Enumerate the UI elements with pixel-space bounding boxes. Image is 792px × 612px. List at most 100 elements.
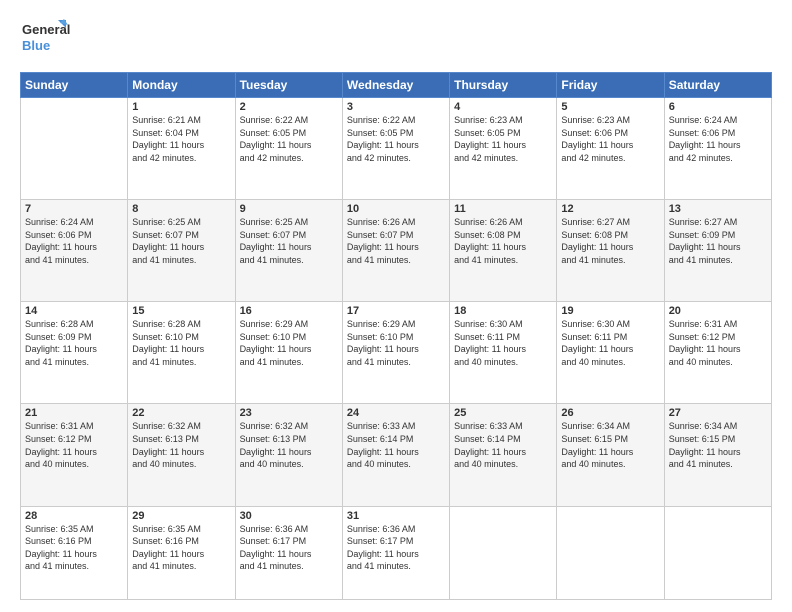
col-wednesday: Wednesday [342,73,449,98]
day-number: 23 [240,407,338,419]
day-info: Sunrise: 6:25 AM Sunset: 6:07 PM Dayligh… [132,216,230,266]
col-thursday: Thursday [450,73,557,98]
day-number: 9 [240,203,338,215]
table-row: 1Sunrise: 6:21 AM Sunset: 6:04 PM Daylig… [128,98,235,200]
day-number: 8 [132,203,230,215]
day-number: 5 [561,101,659,113]
day-number: 24 [347,407,445,419]
page: General Blue Sunday Monday Tuesday Wedne… [0,0,792,612]
day-info: Sunrise: 6:23 AM Sunset: 6:05 PM Dayligh… [454,114,552,164]
table-row: 5Sunrise: 6:23 AM Sunset: 6:06 PM Daylig… [557,98,664,200]
table-row: 3Sunrise: 6:22 AM Sunset: 6:05 PM Daylig… [342,98,449,200]
table-row: 6Sunrise: 6:24 AM Sunset: 6:06 PM Daylig… [664,98,771,200]
table-row: 21Sunrise: 6:31 AM Sunset: 6:12 PM Dayli… [21,404,128,506]
day-number: 30 [240,510,338,522]
table-row: 8Sunrise: 6:25 AM Sunset: 6:07 PM Daylig… [128,200,235,302]
day-info: Sunrise: 6:34 AM Sunset: 6:15 PM Dayligh… [561,420,659,470]
day-number: 22 [132,407,230,419]
day-info: Sunrise: 6:27 AM Sunset: 6:08 PM Dayligh… [561,216,659,266]
day-info: Sunrise: 6:31 AM Sunset: 6:12 PM Dayligh… [669,318,767,368]
table-row: 30Sunrise: 6:36 AM Sunset: 6:17 PM Dayli… [235,506,342,599]
calendar-week-5: 28Sunrise: 6:35 AM Sunset: 6:16 PM Dayli… [21,506,772,599]
day-number: 7 [25,203,123,215]
col-monday: Monday [128,73,235,98]
table-row [450,506,557,599]
col-saturday: Saturday [664,73,771,98]
table-row: 19Sunrise: 6:30 AM Sunset: 6:11 PM Dayli… [557,302,664,404]
day-info: Sunrise: 6:36 AM Sunset: 6:17 PM Dayligh… [347,523,445,573]
day-info: Sunrise: 6:26 AM Sunset: 6:08 PM Dayligh… [454,216,552,266]
day-number: 11 [454,203,552,215]
day-number: 15 [132,305,230,317]
table-row: 31Sunrise: 6:36 AM Sunset: 6:17 PM Dayli… [342,506,449,599]
table-row: 20Sunrise: 6:31 AM Sunset: 6:12 PM Dayli… [664,302,771,404]
day-info: Sunrise: 6:28 AM Sunset: 6:10 PM Dayligh… [132,318,230,368]
day-info: Sunrise: 6:31 AM Sunset: 6:12 PM Dayligh… [25,420,123,470]
table-row: 14Sunrise: 6:28 AM Sunset: 6:09 PM Dayli… [21,302,128,404]
header: General Blue [20,18,772,62]
day-info: Sunrise: 6:23 AM Sunset: 6:06 PM Dayligh… [561,114,659,164]
day-info: Sunrise: 6:35 AM Sunset: 6:16 PM Dayligh… [25,523,123,573]
table-row: 13Sunrise: 6:27 AM Sunset: 6:09 PM Dayli… [664,200,771,302]
day-info: Sunrise: 6:29 AM Sunset: 6:10 PM Dayligh… [240,318,338,368]
day-number: 16 [240,305,338,317]
table-row: 7Sunrise: 6:24 AM Sunset: 6:06 PM Daylig… [21,200,128,302]
day-number: 10 [347,203,445,215]
calendar-week-3: 14Sunrise: 6:28 AM Sunset: 6:09 PM Dayli… [21,302,772,404]
day-info: Sunrise: 6:33 AM Sunset: 6:14 PM Dayligh… [347,420,445,470]
day-number: 19 [561,305,659,317]
day-number: 27 [669,407,767,419]
table-row [557,506,664,599]
day-number: 14 [25,305,123,317]
table-row: 18Sunrise: 6:30 AM Sunset: 6:11 PM Dayli… [450,302,557,404]
day-info: Sunrise: 6:28 AM Sunset: 6:09 PM Dayligh… [25,318,123,368]
day-info: Sunrise: 6:26 AM Sunset: 6:07 PM Dayligh… [347,216,445,266]
table-row: 29Sunrise: 6:35 AM Sunset: 6:16 PM Dayli… [128,506,235,599]
table-row [664,506,771,599]
day-info: Sunrise: 6:24 AM Sunset: 6:06 PM Dayligh… [669,114,767,164]
day-info: Sunrise: 6:34 AM Sunset: 6:15 PM Dayligh… [669,420,767,470]
table-row: 27Sunrise: 6:34 AM Sunset: 6:15 PM Dayli… [664,404,771,506]
day-info: Sunrise: 6:33 AM Sunset: 6:14 PM Dayligh… [454,420,552,470]
day-number: 21 [25,407,123,419]
day-info: Sunrise: 6:22 AM Sunset: 6:05 PM Dayligh… [347,114,445,164]
table-row: 26Sunrise: 6:34 AM Sunset: 6:15 PM Dayli… [557,404,664,506]
calendar-week-2: 7Sunrise: 6:24 AM Sunset: 6:06 PM Daylig… [21,200,772,302]
day-number: 13 [669,203,767,215]
table-row: 11Sunrise: 6:26 AM Sunset: 6:08 PM Dayli… [450,200,557,302]
day-number: 28 [25,510,123,522]
table-row: 22Sunrise: 6:32 AM Sunset: 6:13 PM Dayli… [128,404,235,506]
day-info: Sunrise: 6:30 AM Sunset: 6:11 PM Dayligh… [561,318,659,368]
table-row: 15Sunrise: 6:28 AM Sunset: 6:10 PM Dayli… [128,302,235,404]
calendar-week-1: 1Sunrise: 6:21 AM Sunset: 6:04 PM Daylig… [21,98,772,200]
logo-svg: General Blue [20,18,70,62]
day-info: Sunrise: 6:32 AM Sunset: 6:13 PM Dayligh… [240,420,338,470]
table-row: 17Sunrise: 6:29 AM Sunset: 6:10 PM Dayli… [342,302,449,404]
table-row: 16Sunrise: 6:29 AM Sunset: 6:10 PM Dayli… [235,302,342,404]
day-info: Sunrise: 6:29 AM Sunset: 6:10 PM Dayligh… [347,318,445,368]
day-number: 18 [454,305,552,317]
day-info: Sunrise: 6:35 AM Sunset: 6:16 PM Dayligh… [132,523,230,573]
day-number: 6 [669,101,767,113]
day-number: 12 [561,203,659,215]
table-row: 9Sunrise: 6:25 AM Sunset: 6:07 PM Daylig… [235,200,342,302]
table-row: 12Sunrise: 6:27 AM Sunset: 6:08 PM Dayli… [557,200,664,302]
table-row: 10Sunrise: 6:26 AM Sunset: 6:07 PM Dayli… [342,200,449,302]
col-tuesday: Tuesday [235,73,342,98]
day-info: Sunrise: 6:36 AM Sunset: 6:17 PM Dayligh… [240,523,338,573]
day-number: 31 [347,510,445,522]
col-sunday: Sunday [21,73,128,98]
day-info: Sunrise: 6:22 AM Sunset: 6:05 PM Dayligh… [240,114,338,164]
table-row: 23Sunrise: 6:32 AM Sunset: 6:13 PM Dayli… [235,404,342,506]
day-info: Sunrise: 6:32 AM Sunset: 6:13 PM Dayligh… [132,420,230,470]
calendar-table: Sunday Monday Tuesday Wednesday Thursday… [20,72,772,600]
day-info: Sunrise: 6:21 AM Sunset: 6:04 PM Dayligh… [132,114,230,164]
day-info: Sunrise: 6:27 AM Sunset: 6:09 PM Dayligh… [669,216,767,266]
svg-text:Blue: Blue [22,38,50,53]
table-row: 24Sunrise: 6:33 AM Sunset: 6:14 PM Dayli… [342,404,449,506]
day-number: 20 [669,305,767,317]
day-number: 2 [240,101,338,113]
day-number: 29 [132,510,230,522]
day-number: 4 [454,101,552,113]
day-number: 25 [454,407,552,419]
